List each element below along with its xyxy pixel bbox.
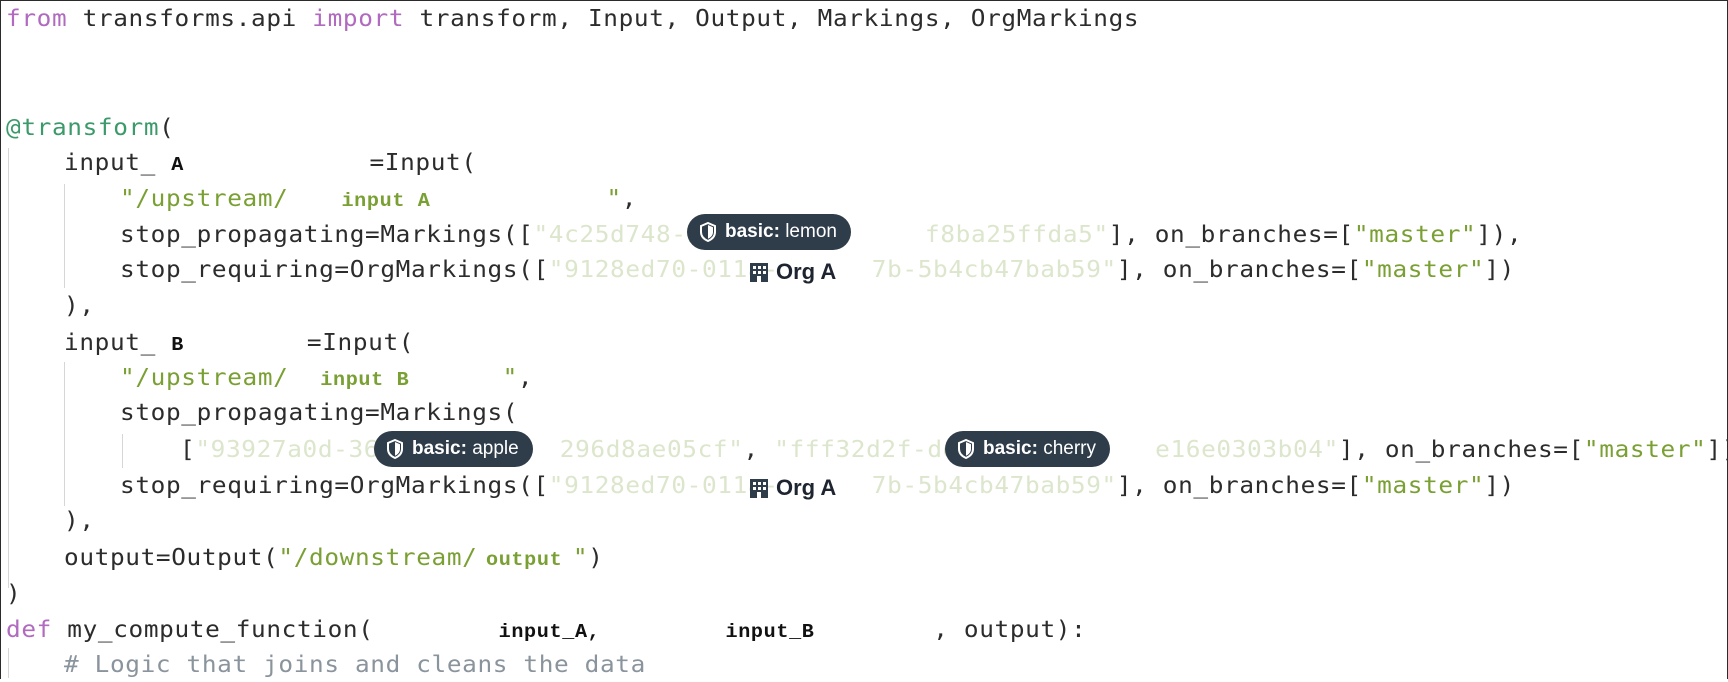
string: "/upstream/ xyxy=(120,186,289,212)
separator: , xyxy=(743,437,775,463)
call: ]), xyxy=(1476,222,1523,248)
shield-icon xyxy=(957,439,975,459)
building-icon xyxy=(748,261,770,283)
shield-icon xyxy=(386,439,404,459)
redacted-overlay-label: B xyxy=(171,334,184,356)
imported-names: transform, Input, Output, Markings, OrgM… xyxy=(404,6,1140,32)
code-line-stop-propagating-b: stop_propagating=Markings( xyxy=(120,396,518,430)
badge-prefix: basic: xyxy=(983,438,1038,459)
branch-name: "master" xyxy=(1361,257,1485,283)
call: ], on_branches=[ xyxy=(1338,437,1584,463)
bracket: [ xyxy=(180,437,196,463)
decorator: @transform xyxy=(6,115,160,141)
indent-guide xyxy=(8,148,9,588)
indent-guide xyxy=(64,184,65,288)
keyword: def xyxy=(6,617,52,643)
marking-id: "93927a0d-360 xyxy=(195,437,395,463)
comma: , xyxy=(621,186,638,212)
shield-icon xyxy=(699,222,717,242)
badge-prefix: basic: xyxy=(725,221,780,242)
org-name: Org A xyxy=(776,259,837,284)
call: stop_requiring=OrgMarkings([ xyxy=(120,257,549,283)
code-line-close: ), xyxy=(64,289,95,323)
input-call: =Input( xyxy=(369,150,477,176)
comment: # Logic that joins and cleans the data xyxy=(64,652,646,678)
org-marking-id: "9128ed70-011a- xyxy=(548,473,779,499)
call: stop_requiring=OrgMarkings([ xyxy=(120,473,549,499)
org-marking-label[interactable]: Org A xyxy=(748,473,836,503)
code-line-input-a: input_ A =Input( xyxy=(64,146,477,180)
keyword: import xyxy=(312,6,405,32)
code-line-import: from transforms.api import transform, In… xyxy=(6,2,1139,36)
redacted-overlay-label: output xyxy=(485,549,563,571)
code-line-input-b: input_ B =Input( xyxy=(64,326,414,360)
call: ]) xyxy=(1484,257,1516,283)
code-line-input-b-path: "/upstream/input B ", xyxy=(120,361,533,395)
org-marking-id: 7b-5b4cb47bab59" xyxy=(871,473,1117,499)
code-line-input-a-path: "/upstream/input A ", xyxy=(120,182,637,216)
close-paren: ), xyxy=(64,293,95,319)
marking-id: e16e0303b04" xyxy=(1155,437,1339,463)
string: " xyxy=(502,365,518,391)
marking-badge[interactable]: basic: cherry xyxy=(945,431,1110,467)
param-prefix: input_ xyxy=(64,330,156,356)
org-marking-label[interactable]: Org A xyxy=(748,257,836,287)
function-name: my_compute_function( xyxy=(51,617,374,643)
indent-guide xyxy=(122,434,123,468)
badge-value: lemon xyxy=(785,221,837,242)
string: " xyxy=(572,545,589,571)
marking-id: 296d8ae05cf" xyxy=(559,437,744,463)
code-line-def: def my_compute_function( input_A, input_B,… xyxy=(6,613,1086,647)
code-line-output: output=Output("/downstream/output ") xyxy=(64,541,604,575)
code-line-comment: # Logic that joins and cleans the data xyxy=(64,648,646,682)
call: stop_propagating=Markings([ xyxy=(120,222,534,248)
call: ]), xyxy=(1706,437,1728,463)
comma: , xyxy=(517,365,534,391)
keyword: from xyxy=(6,6,68,32)
redacted-overlay-label: input_B xyxy=(725,621,815,643)
param-prefix: input_ xyxy=(64,150,156,176)
marking-id: "fff32d2f-dd xyxy=(774,437,958,463)
call: ], on_branches=[ xyxy=(1116,257,1362,283)
marking-badge[interactable]: basic: lemon xyxy=(687,214,851,250)
code-line-close-decorator: ) xyxy=(6,577,21,611)
redacted-overlay-label: input_A, xyxy=(498,621,601,643)
branch-name: "master" xyxy=(1353,222,1477,248)
call: ], on_branches=[ xyxy=(1116,473,1362,499)
call: output=Output( xyxy=(64,545,279,571)
params: , output): xyxy=(933,617,1087,643)
redacted-overlay-label: input A xyxy=(341,190,431,212)
indent-guide xyxy=(64,362,65,506)
branch-name: "master" xyxy=(1361,473,1485,499)
redacted-overlay-label: A xyxy=(171,154,184,176)
close-paren: ) xyxy=(6,581,22,607)
call: stop_propagating=Markings( xyxy=(120,400,519,426)
close-paren: ), xyxy=(64,508,95,534)
call: ], on_branches=[ xyxy=(1108,222,1354,248)
close-paren: ) xyxy=(588,545,604,571)
org-name: Org A xyxy=(776,475,837,500)
call: ]) xyxy=(1484,473,1516,499)
marking-id: f8ba25ffda5" xyxy=(925,222,1109,248)
marking-badge[interactable]: basic: apple xyxy=(374,431,533,467)
building-icon xyxy=(748,477,770,499)
branch-name: "master" xyxy=(1583,437,1707,463)
code-line-decorator: @transform( xyxy=(6,111,174,145)
badge-value: apple xyxy=(472,438,519,459)
redacted-overlay-label: input B xyxy=(320,369,410,391)
badge-value: cherry xyxy=(1043,438,1096,459)
string: "/downstream/ xyxy=(278,545,478,571)
module-name: transforms.api xyxy=(67,6,313,32)
org-marking-id: "9128ed70-011a- xyxy=(548,257,779,283)
string: " xyxy=(606,186,622,212)
string: "/upstream/ xyxy=(120,365,289,391)
code-line-close: ), xyxy=(64,504,95,538)
input-call: =Input( xyxy=(306,330,415,356)
paren: ( xyxy=(159,115,175,141)
badge-prefix: basic: xyxy=(412,438,467,459)
indent-guide xyxy=(8,648,9,678)
org-marking-id: 7b-5b4cb47bab59" xyxy=(871,257,1117,283)
